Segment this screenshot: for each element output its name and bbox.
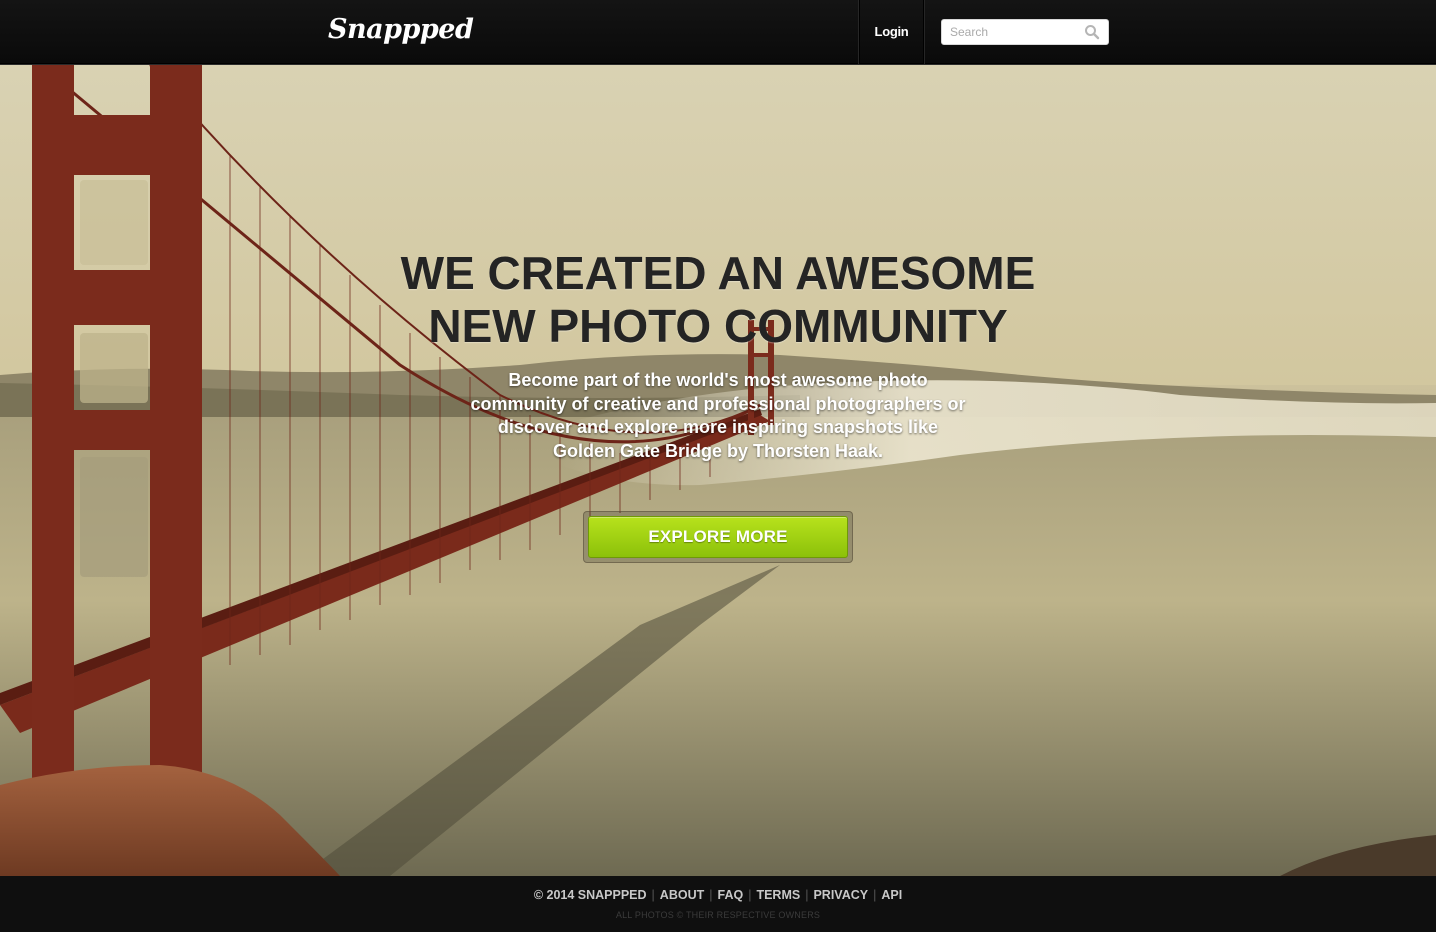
site-footer: © 2014 SNAPPPED | ABOUT | FAQ | TERMS | PRIVACY |… bbox=[0, 876, 1436, 932]
footer-separator: | bbox=[748, 888, 752, 902]
footer-separator: | bbox=[805, 888, 809, 902]
footer-separator: | bbox=[651, 888, 655, 902]
hero-section: WE CREATED AN AWESOME NEW PHOTO COMMUNIT… bbox=[0, 65, 1436, 876]
login-link[interactable]: Login bbox=[859, 0, 924, 64]
hero-description: Become part of the world's most awesome … bbox=[470, 370, 966, 461]
footer-link-api[interactable]: API bbox=[881, 888, 902, 902]
footer-link-terms[interactable]: TERMS bbox=[756, 888, 800, 902]
search-icon[interactable] bbox=[1084, 24, 1100, 40]
search-input[interactable] bbox=[942, 20, 1082, 44]
footer-link-faq[interactable]: FAQ bbox=[718, 888, 744, 902]
footer-separator: | bbox=[709, 888, 713, 902]
login-item: Login bbox=[858, 0, 925, 64]
photo-rights-note: ALL PHOTOS © THEIR RESPECTIVE OWNERS bbox=[615, 910, 821, 920]
headline-line-2: NEW PHOTO COMMUNITY bbox=[428, 300, 1008, 352]
explore-more-button[interactable]: EXPLORE MORE bbox=[588, 516, 848, 558]
copyright-text: © 2014 SNAPPPED bbox=[533, 888, 647, 902]
footer-separator: | bbox=[873, 888, 877, 902]
site-logo[interactable]: Snappped bbox=[328, 14, 474, 45]
footer-link-about[interactable]: ABOUT bbox=[660, 888, 704, 902]
hero-background-photo bbox=[0, 65, 1436, 876]
headline-line-1: WE CREATED AN AWESOME bbox=[400, 247, 1036, 299]
search-box bbox=[941, 19, 1109, 45]
footer-links: © 2014 SNAPPPED | ABOUT | FAQ | TERMS | PRIVACY |… bbox=[0, 888, 1436, 902]
top-navbar: Snappped Login bbox=[0, 0, 1436, 64]
hero-headline: WE CREATED AN AWESOME NEW PHOTO COMMUNIT… bbox=[0, 247, 1436, 353]
footer-link-privacy[interactable]: PRIVACY bbox=[813, 888, 868, 902]
explore-button-frame: EXPLORE MORE bbox=[583, 511, 853, 563]
